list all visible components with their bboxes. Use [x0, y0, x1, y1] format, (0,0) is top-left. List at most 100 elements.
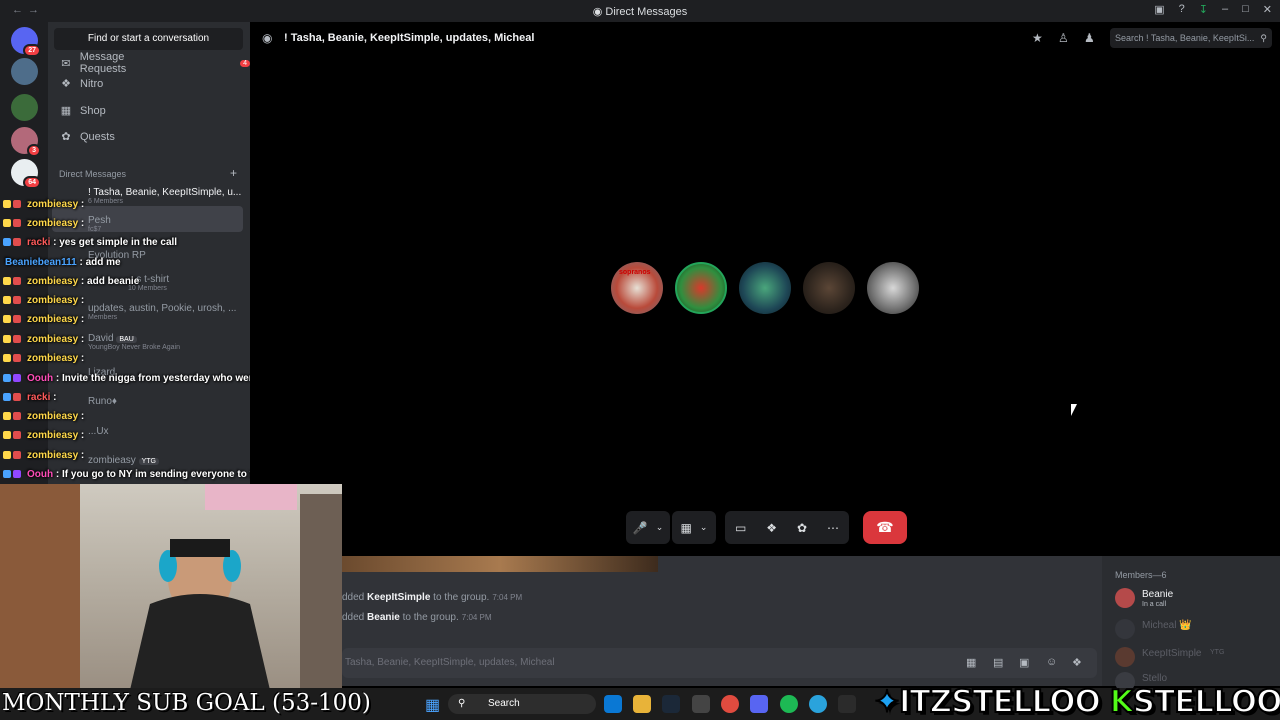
nav-label: Nitro — [80, 77, 104, 90]
dm-item[interactable]: David BAU YoungBoy Never Broke Again — [88, 333, 180, 351]
maximize-icon[interactable]: □ — [1242, 3, 1249, 16]
nav-nitro[interactable]: ❖ Nitro — [60, 77, 104, 91]
screen-share-icon[interactable]: ▭ — [735, 521, 746, 535]
webcam-feed — [0, 484, 342, 690]
chat-line: zombieasy : — [0, 295, 84, 306]
server-icon[interactable]: 64 — [11, 159, 41, 189]
participant-avatar[interactable] — [803, 262, 855, 314]
nav-label: Shop — [80, 104, 106, 117]
home-button[interactable]: 27 — [11, 27, 41, 57]
close-icon[interactable]: ✕ — [1263, 3, 1272, 16]
sub-goal-overlay: MONTHLY SUB GOAL (53-100) — [2, 690, 371, 716]
participant-avatar-speaking[interactable] — [675, 262, 727, 314]
chat-line: zombieasy : add beanie — [0, 276, 139, 287]
dm-item[interactable]: Pesh fc$7 — [88, 215, 111, 233]
composer-placeholder: Tasha, Beanie, KeepItSimple, updates, Mi… — [345, 657, 555, 668]
dm-title[interactable]: ! Tasha, Beanie, KeepItSimple, updates, … — [284, 32, 534, 44]
avatar-label: sopranos — [619, 269, 651, 276]
window-title: ◉ Direct Messages — [592, 6, 688, 18]
timestamp: 7:04 PM — [461, 613, 492, 622]
chevron-down-icon[interactable]: ⌄ — [656, 522, 664, 533]
add-friends-icon[interactable]: ♙ — [1058, 31, 1069, 45]
participant-avatar[interactable] — [867, 262, 919, 314]
dm-item[interactable]: updates, austin, Pookie, urosh, ... Membe… — [88, 303, 236, 321]
dm-item[interactable]: zombieasy YTG — [88, 455, 159, 466]
minimize-icon[interactable]: – — [1222, 3, 1228, 16]
activities-icon[interactable]: ❖ — [766, 521, 777, 535]
nitro-icon: ❖ — [61, 78, 71, 90]
member-list-icon[interactable]: ♟ — [1084, 31, 1095, 45]
apps-icon[interactable]: ❖ — [1072, 656, 1082, 669]
sticker-icon[interactable]: ▣ — [1019, 656, 1029, 669]
nav-shop[interactable]: ▦ Shop — [60, 104, 106, 118]
chevron-down-icon[interactable]: ⌄ — [700, 522, 708, 533]
dm-item[interactable]: ...Ux — [88, 426, 109, 437]
shop-icon: ▦ — [60, 105, 72, 117]
dm-tag: YTG — [138, 458, 159, 465]
spotify-icon[interactable] — [780, 695, 798, 713]
server-icon[interactable] — [11, 58, 38, 85]
dm-item[interactable]: ! Tasha, Beanie, KeepItSimple, u... 6 Mem… — [88, 187, 241, 205]
pin-icon[interactable]: ★ — [1032, 31, 1043, 45]
telegram-icon[interactable] — [809, 695, 827, 713]
edge-icon[interactable] — [604, 695, 622, 713]
message-composer[interactable]: Tasha, Beanie, KeepItSimple, updates, Mi… — [342, 648, 1097, 678]
envelope-icon: ✉ — [61, 57, 71, 70]
chat-line: zombieasy : — [0, 450, 84, 461]
disconnect-button[interactable]: ☎ — [863, 511, 907, 544]
add-dm-icon[interactable]: + — [230, 166, 237, 180]
more-options-icon[interactable]: ⋯ — [827, 521, 839, 535]
terminal-icon[interactable] — [838, 695, 856, 713]
chat-line: zombieasy : — [0, 353, 84, 364]
dm-tag: BAU — [116, 336, 137, 343]
nav-quests[interactable]: ✿ Quests — [60, 130, 115, 144]
search-icon: ⚲ — [1260, 33, 1267, 43]
system-message: dded KeepItSimple to the group. 7:04 PM — [342, 592, 523, 603]
home-badge: 27 — [23, 44, 41, 57]
message-image[interactable] — [342, 556, 658, 572]
server-icon[interactable]: 3 — [11, 127, 41, 157]
inbox-icon[interactable]: ▣ — [1154, 3, 1164, 16]
chrome-icon[interactable] — [721, 695, 739, 713]
nav-message-requests[interactable]: ✉ Message Requests 4 — [60, 51, 250, 75]
gift-icon[interactable]: ▦ — [966, 656, 976, 669]
server-icon[interactable] — [11, 94, 38, 121]
help-icon[interactable]: ? — [1179, 3, 1185, 16]
call-actions-group: ▭ ❖ ✿ ⋯ — [725, 511, 849, 544]
camera-off-icon: ▦ — [680, 520, 692, 535]
requests-badge: 4 — [240, 59, 250, 67]
steam-icon[interactable] — [662, 695, 680, 713]
dm-header: Direct Messages — [59, 169, 127, 179]
download-icon[interactable]: ↧ — [1199, 3, 1208, 16]
discord-taskbar-icon[interactable] — [750, 695, 768, 713]
member-tag: YTG — [1210, 649, 1225, 656]
participant-avatar[interactable]: sopranos — [611, 262, 663, 314]
nav-label: Quests — [80, 130, 115, 143]
file-explorer-icon[interactable] — [633, 695, 651, 713]
search-input[interactable]: Search ! Tasha, Beanie, KeepItSi... ⚲ — [1110, 28, 1272, 48]
gif-icon[interactable]: ▤ — [993, 656, 1003, 669]
microphone-icon: 🎤 — [632, 520, 648, 535]
chat-line: zombieasy : — [0, 430, 84, 441]
chat-line: zombieasy : — [0, 218, 84, 229]
participant-avatar[interactable] — [739, 262, 791, 314]
search-icon: ⚲ — [458, 698, 466, 709]
system-message: dded Beanie to the group. 7:04 PM — [342, 612, 492, 623]
timestamp: 7:04 PM — [492, 593, 523, 602]
dm-item[interactable]: Runo♦ — [88, 396, 117, 407]
soundboard-icon[interactable]: ✿ — [797, 521, 807, 535]
dm-header-bar: ◉ ! Tasha, Beanie, KeepItSimple, updates… — [250, 22, 1280, 54]
windows-start-icon[interactable]: ▦ — [425, 695, 443, 714]
mute-button[interactable]: 🎤 ⌄ — [626, 511, 670, 544]
kick-handle: STELLOOO — [1132, 683, 1280, 720]
avatar — [1115, 619, 1135, 639]
username-link[interactable]: Beanie — [367, 612, 400, 623]
emoji-icon[interactable]: ☺ — [1046, 656, 1057, 668]
camera-button[interactable]: ▦ ⌄ — [672, 511, 716, 544]
username-link[interactable]: KeepItSimple — [367, 592, 430, 603]
app-icon[interactable] — [692, 695, 710, 713]
chat-line: zombieasy : — [0, 199, 84, 210]
kick-icon: K — [1109, 683, 1135, 720]
find-conversation-button[interactable]: Find or start a conversation — [54, 28, 243, 50]
taskbar-search[interactable]: ⚲ Search — [448, 694, 596, 714]
